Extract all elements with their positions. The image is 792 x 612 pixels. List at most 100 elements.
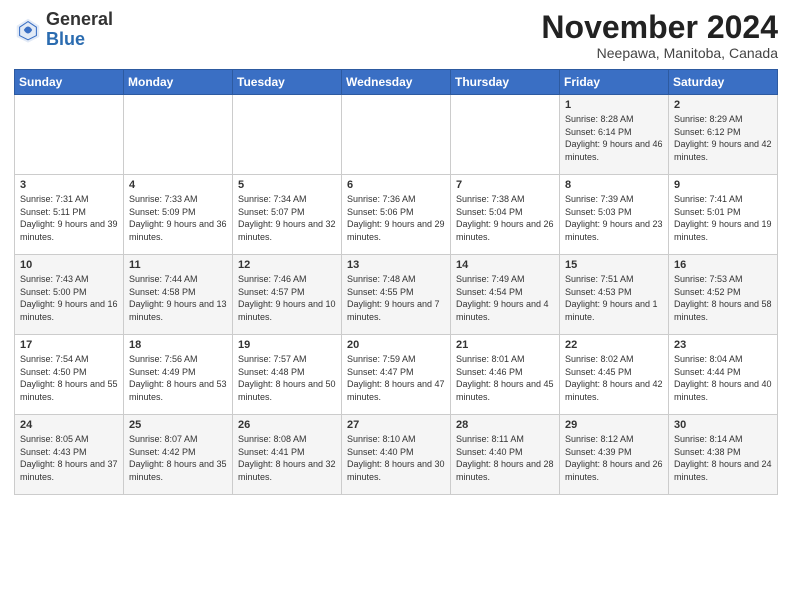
day-info: Sunrise: 7:39 AM Sunset: 5:03 PM Dayligh… — [565, 193, 664, 243]
week-row-4: 17 Sunrise: 7:54 AM Sunset: 4:50 PM Dayli… — [15, 335, 778, 415]
day-info: Sunrise: 8:29 AM Sunset: 6:12 PM Dayligh… — [674, 113, 773, 163]
header-tuesday: Tuesday — [233, 70, 342, 95]
day-cell-2-2: 12Sunrise: 7:46 AM Sunset: 4:57 PM Dayli… — [233, 255, 342, 335]
day-cell-4-2: 26 Sunrise: 8:08 AM Sunset: 4:41 PM Dayli… — [233, 415, 342, 495]
day-info: Sunrise: 7:46 AM Sunset: 4:57 PM Dayligh… — [238, 273, 337, 323]
day-number: 13 — [347, 259, 446, 271]
day-cell-0-6: 2Sunrise: 8:29 AM Sunset: 6:12 PM Daylig… — [669, 95, 778, 175]
day-number: 25 — [129, 419, 228, 431]
day-number: 22 — [565, 339, 664, 351]
day-info: Sunrise: 7:48 AM Sunset: 4:55 PM Dayligh… — [347, 273, 446, 323]
day-number: 26 — [238, 419, 337, 431]
day-info: Sunrise: 8:07 AM Sunset: 4:42 PM Dayligh… — [129, 433, 228, 483]
day-number: 6 — [347, 179, 446, 191]
day-info: Sunrise: 7:59 AM Sunset: 4:47 PM Dayligh… — [347, 353, 446, 403]
location: Neepawa, Manitoba, Canada — [541, 45, 778, 61]
week-row-3: 10 Sunrise: 7:43 AM Sunset: 5:00 PM Dayli… — [15, 255, 778, 335]
header-saturday: Saturday — [669, 70, 778, 95]
day-cell-4-5: 29 Sunrise: 8:12 AM Sunset: 4:39 PM Dayli… — [560, 415, 669, 495]
day-number: 30 — [674, 419, 773, 431]
day-info: Sunrise: 8:02 AM Sunset: 4:45 PM Dayligh… — [565, 353, 664, 403]
day-info: Sunrise: 8:11 AM Sunset: 4:40 PM Dayligh… — [456, 433, 555, 483]
day-cell-0-1 — [124, 95, 233, 175]
month-title: November 2024 — [541, 10, 778, 45]
day-info: Sunrise: 7:44 AM Sunset: 4:58 PM Dayligh… — [129, 273, 228, 323]
day-info: Sunrise: 7:57 AM Sunset: 4:48 PM Dayligh… — [238, 353, 337, 403]
day-info: Sunrise: 8:01 AM Sunset: 4:46 PM Dayligh… — [456, 353, 555, 403]
logo-icon — [14, 16, 42, 44]
days-header-row: Sunday Monday Tuesday Wednesday Thursday… — [15, 70, 778, 95]
day-info: Sunrise: 7:49 AM Sunset: 4:54 PM Dayligh… — [456, 273, 555, 323]
day-cell-1-2: 5 Sunrise: 7:34 AM Sunset: 5:07 PM Daylig… — [233, 175, 342, 255]
day-cell-3-6: 23Sunrise: 8:04 AM Sunset: 4:44 PM Dayli… — [669, 335, 778, 415]
day-info: Sunrise: 7:41 AM Sunset: 5:01 PM Dayligh… — [674, 193, 773, 243]
week-row-2: 3Sunrise: 7:31 AM Sunset: 5:11 PM Daylig… — [15, 175, 778, 255]
header-wednesday: Wednesday — [342, 70, 451, 95]
day-number: 9 — [674, 179, 773, 191]
day-cell-0-3 — [342, 95, 451, 175]
day-cell-2-4: 14Sunrise: 7:49 AM Sunset: 4:54 PM Dayli… — [451, 255, 560, 335]
day-number: 27 — [347, 419, 446, 431]
day-number: 29 — [565, 419, 664, 431]
day-info: Sunrise: 8:05 AM Sunset: 4:43 PM Dayligh… — [20, 433, 119, 483]
day-cell-3-3: 20 Sunrise: 7:59 AM Sunset: 4:47 PM Dayli… — [342, 335, 451, 415]
logo: General Blue — [14, 10, 113, 50]
day-cell-2-3: 13 Sunrise: 7:48 AM Sunset: 4:55 PM Dayli… — [342, 255, 451, 335]
day-cell-3-1: 18 Sunrise: 7:56 AM Sunset: 4:49 PM Dayli… — [124, 335, 233, 415]
header-monday: Monday — [124, 70, 233, 95]
day-number: 24 — [20, 419, 119, 431]
day-cell-4-3: 27Sunrise: 8:10 AM Sunset: 4:40 PM Dayli… — [342, 415, 451, 495]
day-cell-1-3: 6 Sunrise: 7:36 AM Sunset: 5:06 PM Daylig… — [342, 175, 451, 255]
day-cell-0-2 — [233, 95, 342, 175]
header-friday: Friday — [560, 70, 669, 95]
day-info: Sunrise: 7:56 AM Sunset: 4:49 PM Dayligh… — [129, 353, 228, 403]
day-cell-3-5: 22 Sunrise: 8:02 AM Sunset: 4:45 PM Dayli… — [560, 335, 669, 415]
day-cell-4-4: 28 Sunrise: 8:11 AM Sunset: 4:40 PM Dayli… — [451, 415, 560, 495]
day-cell-1-4: 7Sunrise: 7:38 AM Sunset: 5:04 PM Daylig… — [451, 175, 560, 255]
day-cell-1-0: 3Sunrise: 7:31 AM Sunset: 5:11 PM Daylig… — [15, 175, 124, 255]
day-info: Sunrise: 7:53 AM Sunset: 4:52 PM Dayligh… — [674, 273, 773, 323]
day-number: 21 — [456, 339, 555, 351]
day-number: 10 — [20, 259, 119, 271]
day-cell-4-6: 30 Sunrise: 8:14 AM Sunset: 4:38 PM Dayli… — [669, 415, 778, 495]
day-number: 17 — [20, 339, 119, 351]
day-number: 11 — [129, 259, 228, 271]
day-info: Sunrise: 7:36 AM Sunset: 5:06 PM Dayligh… — [347, 193, 446, 243]
day-cell-2-5: 15Sunrise: 7:51 AM Sunset: 4:53 PM Dayli… — [560, 255, 669, 335]
day-number: 18 — [129, 339, 228, 351]
day-cell-3-4: 21 Sunrise: 8:01 AM Sunset: 4:46 PM Dayli… — [451, 335, 560, 415]
calendar-table: Sunday Monday Tuesday Wednesday Thursday… — [14, 69, 778, 495]
day-cell-0-0 — [15, 95, 124, 175]
day-number: 1 — [565, 99, 664, 111]
day-info: Sunrise: 7:31 AM Sunset: 5:11 PM Dayligh… — [20, 193, 119, 243]
day-number: 28 — [456, 419, 555, 431]
day-cell-4-0: 24 Sunrise: 8:05 AM Sunset: 4:43 PM Dayli… — [15, 415, 124, 495]
week-row-1: 1 Sunrise: 8:28 AM Sunset: 6:14 PM Daylig… — [15, 95, 778, 175]
header-row: General Blue November 2024 Neepawa, Mani… — [14, 10, 778, 61]
day-cell-2-1: 11 Sunrise: 7:44 AM Sunset: 4:58 PM Dayli… — [124, 255, 233, 335]
day-info: Sunrise: 7:38 AM Sunset: 5:04 PM Dayligh… — [456, 193, 555, 243]
day-info: Sunrise: 8:12 AM Sunset: 4:39 PM Dayligh… — [565, 433, 664, 483]
day-number: 19 — [238, 339, 337, 351]
day-info: Sunrise: 8:04 AM Sunset: 4:44 PM Dayligh… — [674, 353, 773, 403]
header-thursday: Thursday — [451, 70, 560, 95]
day-number: 15 — [565, 259, 664, 271]
day-cell-1-5: 8Sunrise: 7:39 AM Sunset: 5:03 PM Daylig… — [560, 175, 669, 255]
day-number: 20 — [347, 339, 446, 351]
week-row-5: 24 Sunrise: 8:05 AM Sunset: 4:43 PM Dayli… — [15, 415, 778, 495]
logo-text: General Blue — [46, 10, 113, 50]
day-cell-3-2: 19 Sunrise: 7:57 AM Sunset: 4:48 PM Dayli… — [233, 335, 342, 415]
day-cell-2-0: 10 Sunrise: 7:43 AM Sunset: 5:00 PM Dayli… — [15, 255, 124, 335]
day-number: 5 — [238, 179, 337, 191]
header-sunday: Sunday — [15, 70, 124, 95]
day-cell-1-6: 9 Sunrise: 7:41 AM Sunset: 5:01 PM Daylig… — [669, 175, 778, 255]
day-cell-0-4 — [451, 95, 560, 175]
day-info: Sunrise: 8:28 AM Sunset: 6:14 PM Dayligh… — [565, 113, 664, 163]
day-info: Sunrise: 7:34 AM Sunset: 5:07 PM Dayligh… — [238, 193, 337, 243]
day-info: Sunrise: 7:43 AM Sunset: 5:00 PM Dayligh… — [20, 273, 119, 323]
main-container: General Blue November 2024 Neepawa, Mani… — [0, 0, 792, 501]
day-number: 4 — [129, 179, 228, 191]
day-info: Sunrise: 8:08 AM Sunset: 4:41 PM Dayligh… — [238, 433, 337, 483]
day-info: Sunrise: 7:54 AM Sunset: 4:50 PM Dayligh… — [20, 353, 119, 403]
day-info: Sunrise: 8:14 AM Sunset: 4:38 PM Dayligh… — [674, 433, 773, 483]
